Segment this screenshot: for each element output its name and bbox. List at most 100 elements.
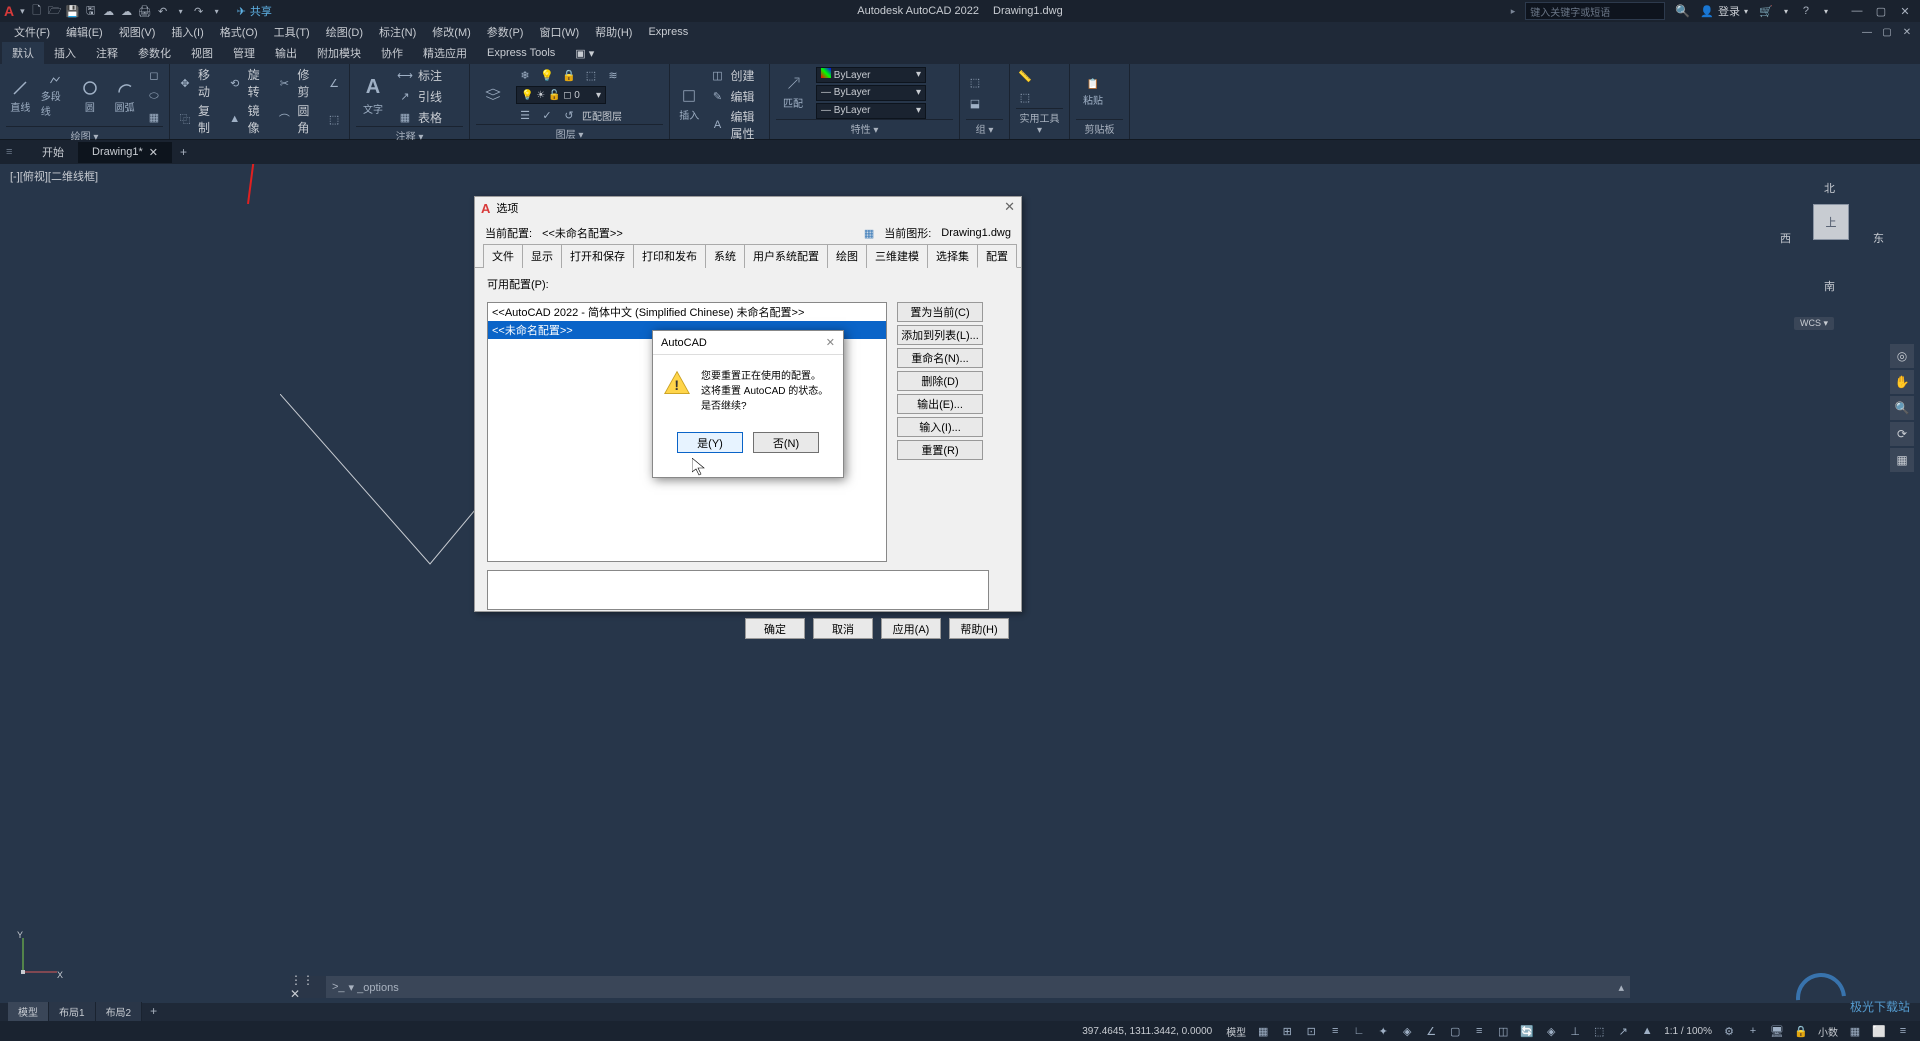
delete-button[interactable]: 删除(D) xyxy=(897,371,983,391)
status-selection-filter-icon[interactable]: ⬚ xyxy=(1588,1022,1610,1040)
viewcube-south[interactable]: 南 xyxy=(1824,278,1835,294)
status-monitor-icon[interactable]: 🖥 xyxy=(1766,1022,1788,1040)
layer-freeze-icon[interactable]: ❄ xyxy=(516,66,534,84)
layer-make-current-icon[interactable]: ✓ xyxy=(538,106,556,124)
viewcube[interactable]: 北 西 东 南 上 WCS ▾ xyxy=(1780,174,1880,304)
confirm-titlebar[interactable]: AutoCAD ✕ xyxy=(653,331,843,355)
block-create-icon[interactable]: ◫ xyxy=(708,66,726,84)
tool-rotate-icon[interactable]: ⟲ xyxy=(226,74,244,92)
tool-erase-icon[interactable]: ∠ xyxy=(325,74,343,92)
nav-zoom-icon[interactable]: 🔍 xyxy=(1890,396,1914,420)
tool-mirror-icon[interactable]: ▲ xyxy=(226,110,244,128)
status-transparency-icon[interactable]: ◫ xyxy=(1492,1022,1514,1040)
help-dropdown[interactable]: ▾ xyxy=(1824,7,1828,16)
import-button[interactable]: 输入(I)... xyxy=(897,417,983,437)
menu-express[interactable]: Express xyxy=(642,24,694,40)
options-dialog-close-icon[interactable]: ✕ xyxy=(1004,199,1015,215)
tool-copy-icon[interactable]: ⿻ xyxy=(176,110,194,128)
status-gear-icon[interactable]: ⚙ xyxy=(1718,1022,1740,1040)
menu-file[interactable]: 文件(F) xyxy=(8,22,56,42)
block-attr-icon[interactable]: A xyxy=(708,116,726,134)
tool-hatch-icon[interactable]: ▦ xyxy=(145,108,163,126)
ok-button[interactable]: 确定 xyxy=(745,618,805,639)
tool-line[interactable]: 直线 xyxy=(6,74,35,118)
options-tab-opensave[interactable]: 打开和保存 xyxy=(561,244,634,268)
layer-combo[interactable]: 💡 ☀ 🔓 ◻ 0▾ xyxy=(516,86,606,104)
export-button[interactable]: 输出(E)... xyxy=(897,394,983,414)
ribbon-tab-focus[interactable]: ▣ ▾ xyxy=(565,44,604,63)
tool-layer-properties[interactable] xyxy=(476,73,510,117)
panel-properties-title[interactable]: 特性 ▾ xyxy=(776,119,953,137)
menu-window[interactable]: 窗口(W) xyxy=(533,22,585,42)
drawing-object-line[interactable] xyxy=(280,394,480,594)
options-dialog-titlebar[interactable]: A 选项 ✕ xyxy=(475,197,1021,219)
group-icon[interactable]: ⬚ xyxy=(966,73,984,91)
tool-fillet-icon[interactable]: ⌒ xyxy=(275,110,293,128)
status-polar-icon[interactable]: ✦ xyxy=(1372,1022,1394,1040)
status-quickprop-icon[interactable]: ▦ xyxy=(1844,1022,1866,1040)
linetype-combo[interactable]: — ByLayer▾ xyxy=(816,103,926,119)
ungroup-icon[interactable]: ⬓ xyxy=(966,94,984,112)
options-tab-display[interactable]: 显示 xyxy=(522,244,562,268)
options-tab-profiles[interactable]: 配置 xyxy=(977,244,1017,268)
block-edit-icon[interactable]: ✎ xyxy=(708,87,726,105)
options-tab-selection[interactable]: 选择集 xyxy=(927,244,978,268)
login-button[interactable]: 👤 登录 ▾ xyxy=(1700,3,1748,19)
undo-dropdown-icon[interactable]: ▾ xyxy=(173,3,189,19)
new-icon[interactable]: 🗋 xyxy=(29,3,45,19)
viewport-label[interactable]: [-][俯视][二维线框] xyxy=(10,168,98,184)
tool-match-properties[interactable]: 匹配 xyxy=(776,71,810,115)
confirm-close-icon[interactable]: ✕ xyxy=(826,336,835,349)
menu-edit[interactable]: 编辑(E) xyxy=(60,22,109,42)
share-button[interactable]: ✈ 共享 xyxy=(237,3,272,19)
status-units[interactable]: 小数 xyxy=(1814,1024,1842,1039)
plot-icon[interactable]: 🖨 xyxy=(137,3,153,19)
nav-orbit-icon[interactable]: ⟳ xyxy=(1890,422,1914,446)
lineweight-combo[interactable]: — ByLayer▾ xyxy=(816,85,926,101)
status-annoscale-icon[interactable]: ▲ xyxy=(1636,1022,1658,1040)
status-gizmo-icon[interactable]: ↗ xyxy=(1612,1022,1634,1040)
open-icon[interactable]: 🗁 xyxy=(47,3,63,19)
select-icon[interactable]: ⬚ xyxy=(1016,89,1034,107)
restore-icon[interactable]: ▢ xyxy=(1870,2,1892,20)
web-save-icon[interactable]: ☁ xyxy=(119,3,135,19)
undo-icon[interactable]: ↶ xyxy=(155,3,171,19)
menu-modify[interactable]: 修改(M) xyxy=(426,22,477,42)
doc-minimize-icon[interactable]: — xyxy=(1858,25,1876,39)
apply-button[interactable]: 应用(A) xyxy=(881,618,941,639)
redo-dropdown-icon[interactable]: ▾ xyxy=(209,3,225,19)
exchange-dropdown[interactable]: ▾ xyxy=(1784,7,1788,16)
ribbon-tab-manage[interactable]: 管理 xyxy=(223,42,265,64)
panel-clipboard-title[interactable]: 剪贴板 xyxy=(1076,119,1123,137)
status-grid-icon[interactable]: ▦ xyxy=(1252,1022,1274,1040)
confirm-no-button[interactable]: 否(N) xyxy=(753,432,819,453)
options-tab-files[interactable]: 文件 xyxy=(483,244,523,268)
status-cleanscreen-icon[interactable]: ⬜ xyxy=(1868,1022,1890,1040)
file-tab-start[interactable]: 开始 xyxy=(28,140,78,164)
doc-close-icon[interactable]: ✕ xyxy=(1898,25,1916,39)
layer-off-icon[interactable]: 💡 xyxy=(538,66,556,84)
ribbon-tab-express[interactable]: Express Tools xyxy=(477,44,565,62)
ucs-icon[interactable]: Y X xyxy=(15,930,65,983)
color-combo[interactable]: ByLayer▾ xyxy=(816,67,926,83)
nav-pan-icon[interactable]: ✋ xyxy=(1890,370,1914,394)
status-customize-icon[interactable]: ≡ xyxy=(1892,1022,1914,1040)
layer-lock-icon[interactable]: 🔒 xyxy=(560,66,578,84)
add-to-list-button[interactable]: 添加到列表(L)... xyxy=(897,325,983,345)
status-ortho-icon[interactable]: ∟ xyxy=(1348,1022,1370,1040)
options-tab-system[interactable]: 系统 xyxy=(705,244,745,268)
rename-button[interactable]: 重命名(N)... xyxy=(897,348,983,368)
status-otrack-icon[interactable]: ∠ xyxy=(1420,1022,1442,1040)
search-icon[interactable]: 🔍 xyxy=(1675,4,1690,18)
tool-ellipse-icon[interactable]: ⬭ xyxy=(145,87,163,105)
layer-isolate-icon[interactable]: ⬚ xyxy=(582,66,600,84)
status-modelspace[interactable]: 模型 xyxy=(1222,1024,1250,1039)
layout-tab-layout2[interactable]: 布局2 xyxy=(96,1002,143,1021)
viewcube-top-face[interactable]: 上 xyxy=(1813,204,1849,240)
panel-groups-title[interactable]: 组 ▾ xyxy=(966,119,1003,137)
layer-previous-icon[interactable]: ↺ xyxy=(560,106,578,124)
minimize-icon[interactable]: — xyxy=(1846,2,1868,20)
file-tab-new[interactable]: + xyxy=(172,141,195,163)
viewcube-west[interactable]: 西 xyxy=(1780,230,1791,246)
ribbon-tab-output[interactable]: 输出 xyxy=(265,42,307,64)
